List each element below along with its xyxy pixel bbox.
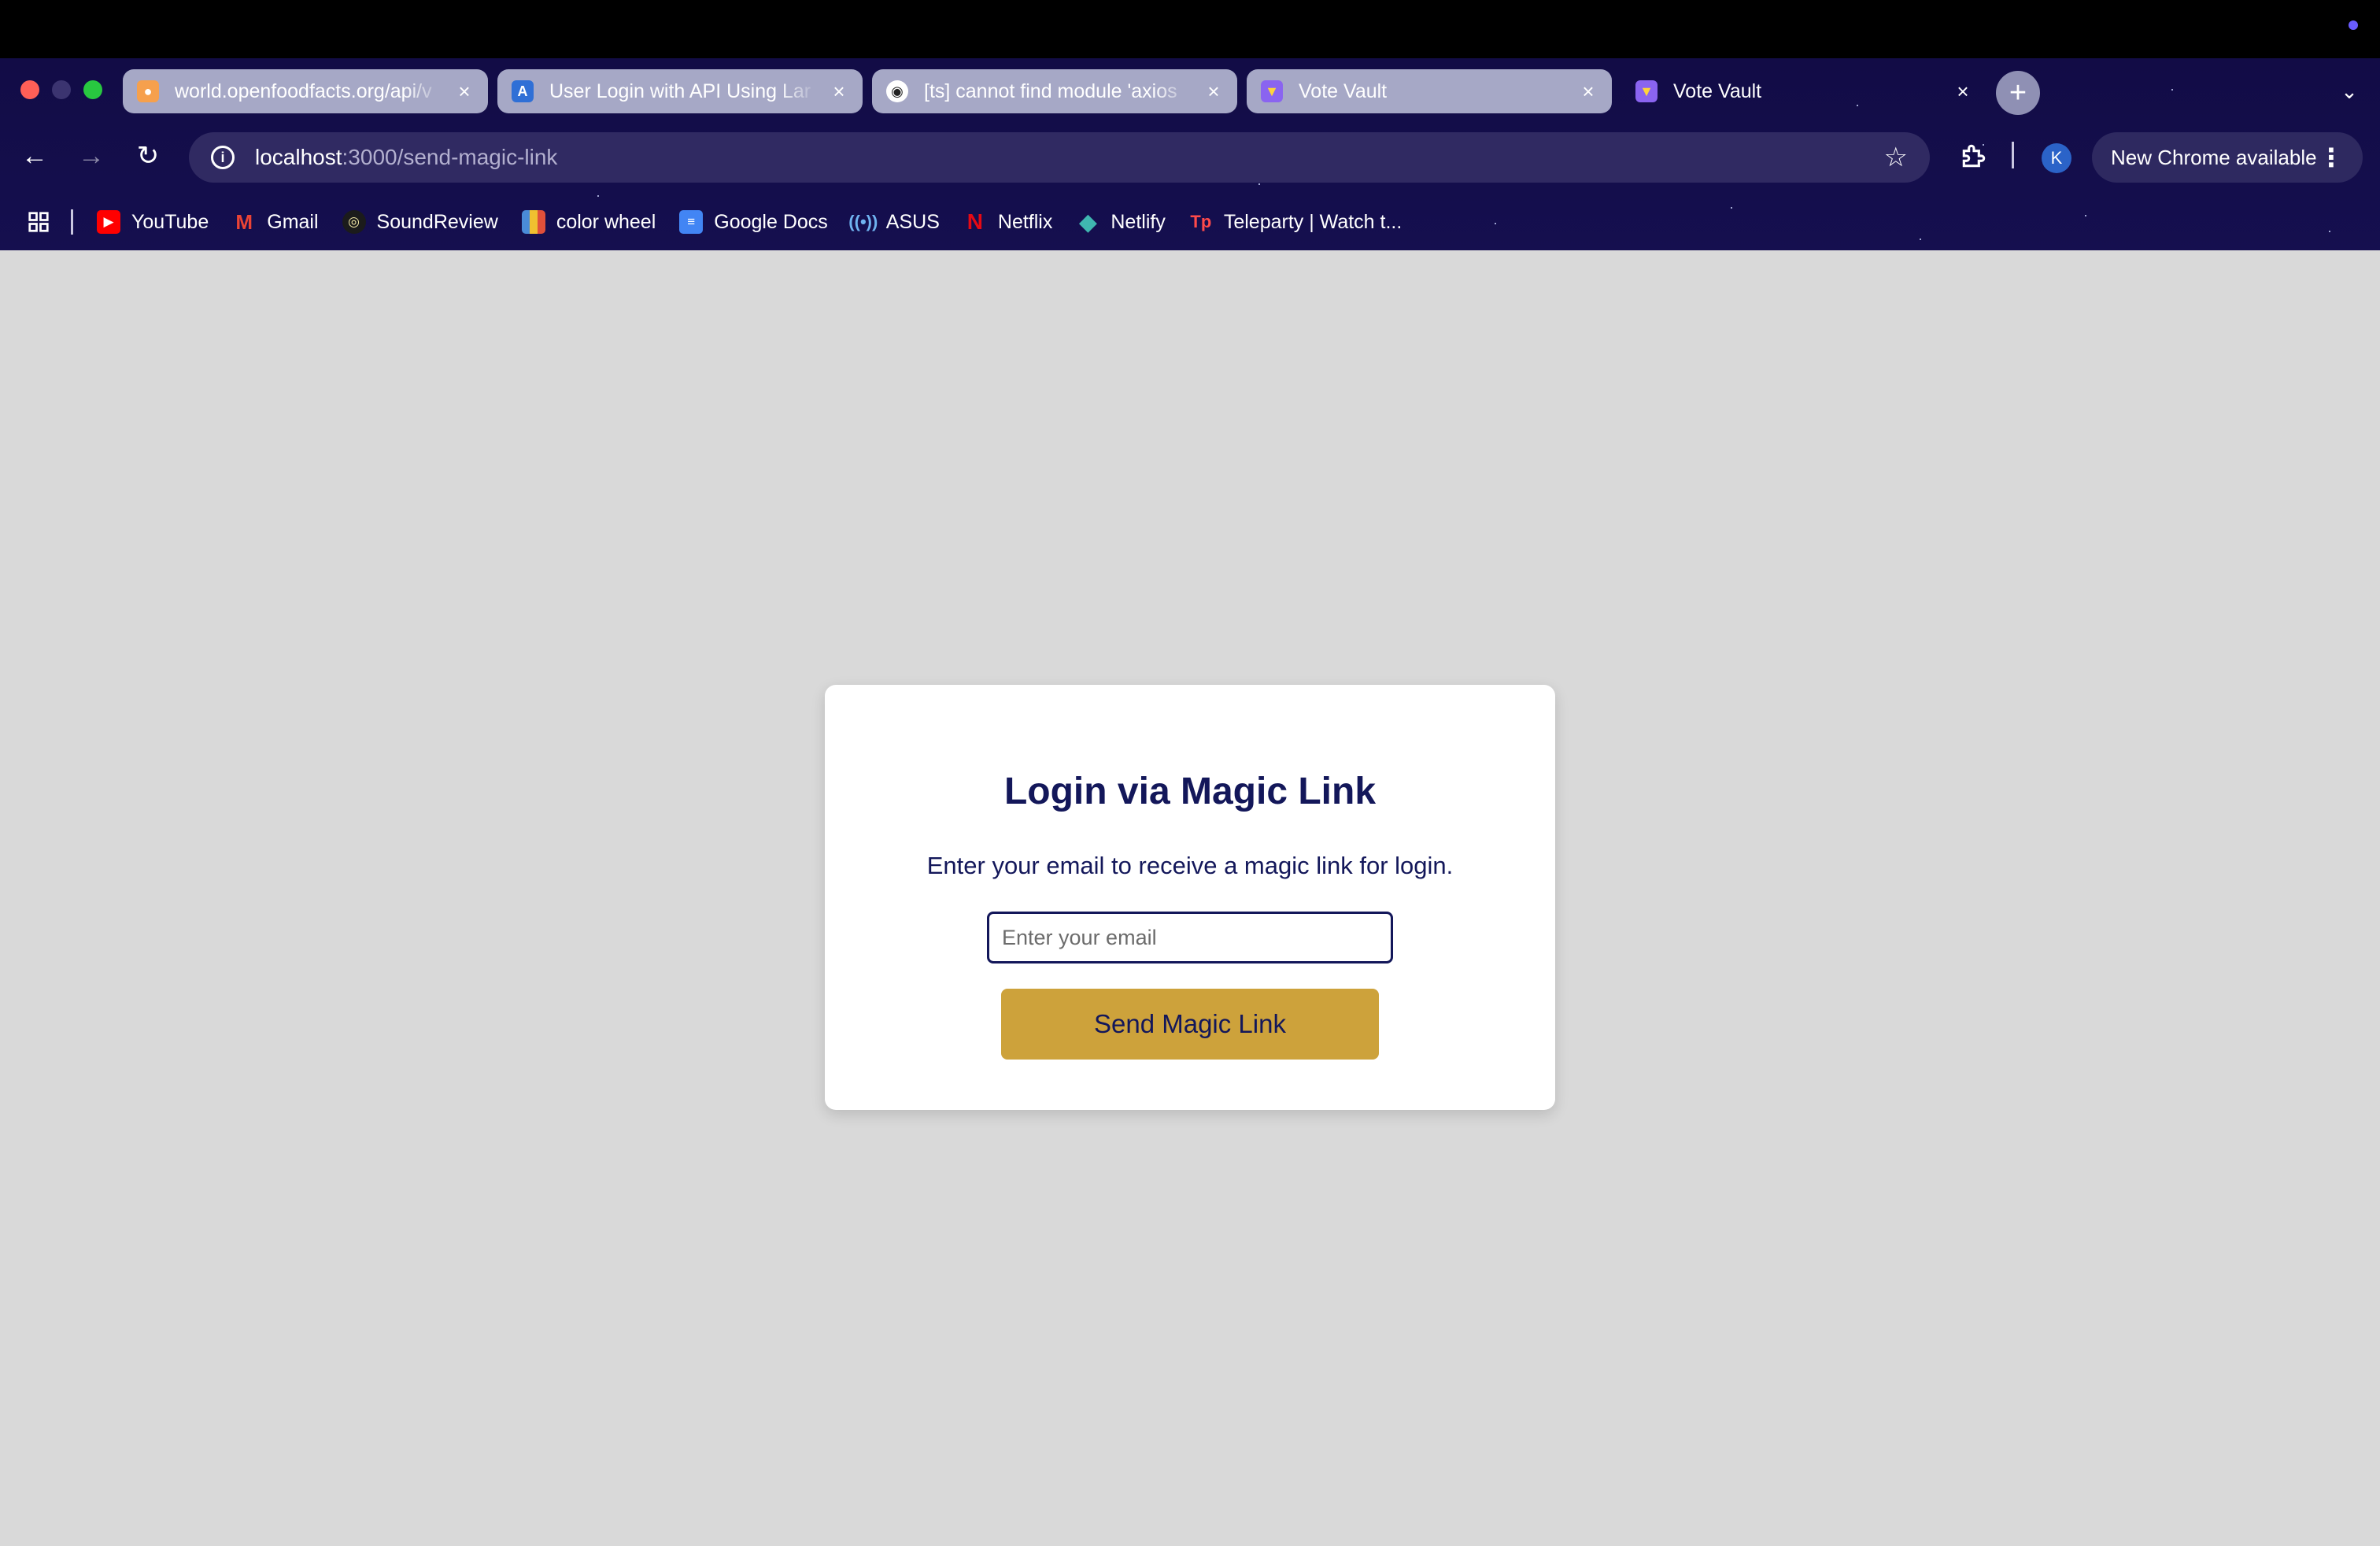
soundreview-icon: ◎ bbox=[342, 210, 366, 234]
tab-github-issue[interactable]: ◉ [ts] cannot find module 'axios × bbox=[872, 69, 1237, 113]
bookmark-google-docs[interactable]: ≡ Google Docs bbox=[679, 210, 828, 234]
tab-title: User Login with API Using Lar bbox=[549, 80, 811, 102]
bookmark-label: Gmail bbox=[267, 210, 319, 233]
browser-chrome: ● world.openfoodfacts.org/api/v × A User… bbox=[0, 58, 2380, 250]
new-tab-button[interactable]: + bbox=[1996, 71, 2040, 115]
bookmark-teleparty[interactable]: Tp Teleparty | Watch t... bbox=[1189, 210, 1402, 234]
bookmark-label: Google Docs bbox=[714, 210, 828, 233]
bookmark-star-icon[interactable]: ☆ bbox=[1884, 142, 1908, 173]
tab-title: Vote Vault bbox=[1673, 80, 1762, 102]
profile-avatar[interactable]: K bbox=[2042, 143, 2071, 173]
vite-icon: ▼ bbox=[1635, 80, 1658, 102]
close-icon[interactable]: × bbox=[830, 81, 848, 102]
bookmarks-bar: ▶ YouTube M Gmail ◎ SoundReview color wh… bbox=[0, 202, 2380, 242]
site-info-icon[interactable]: i bbox=[211, 146, 235, 169]
close-icon[interactable]: × bbox=[455, 81, 474, 102]
page-subtitle: Enter your email to receive a magic link… bbox=[926, 852, 1454, 879]
bookmark-label: Netflix bbox=[997, 210, 1053, 233]
address-bar[interactable]: i localhost :3000/send-magic-link ☆ bbox=[189, 132, 1930, 183]
tab-vote-vault[interactable]: ▼ Vote Vault × bbox=[1247, 69, 1612, 113]
login-card: Login via Magic Link Enter your email to… bbox=[825, 685, 1555, 1110]
forward-button[interactable]: → bbox=[72, 137, 110, 175]
send-magic-link-button[interactable]: Send Magic Link bbox=[1001, 989, 1379, 1060]
close-icon[interactable]: × bbox=[1204, 81, 1223, 102]
tab-openfoodfacts[interactable]: ● world.openfoodfacts.org/api/v × bbox=[123, 69, 488, 113]
gmail-icon: M bbox=[235, 209, 253, 234]
netflix-icon: N bbox=[966, 209, 983, 234]
apps-grid-icon[interactable] bbox=[27, 210, 50, 234]
bookmark-label: ASUS bbox=[885, 210, 940, 233]
bookmark-label: YouTube bbox=[131, 210, 209, 233]
more-menu-icon[interactable]: ⋮ bbox=[2319, 145, 2344, 170]
maximize-window-button[interactable] bbox=[83, 80, 102, 99]
bookmark-label: color wheel bbox=[556, 210, 656, 233]
netlify-icon: ◆ bbox=[1078, 209, 1097, 235]
bookmark-soundreview[interactable]: ◎ SoundReview bbox=[342, 210, 498, 234]
tab-title: world.openfoodfacts.org/api/v bbox=[175, 80, 432, 102]
tab-user-login[interactable]: A User Login with API Using Lar × bbox=[497, 69, 863, 113]
minimize-window-button[interactable] bbox=[52, 80, 71, 99]
tab-search-chevron-icon[interactable]: ⌄ bbox=[2338, 77, 2361, 105]
color-wheel-icon bbox=[521, 210, 545, 234]
openfoodfacts-icon: ● bbox=[137, 80, 159, 102]
youtube-icon: ▶ bbox=[97, 210, 120, 234]
tab-vote-vault-active[interactable]: ▼ Vote Vault × bbox=[1621, 69, 1986, 113]
back-button[interactable]: ← bbox=[16, 137, 54, 175]
status-dot-icon bbox=[2349, 20, 2358, 30]
update-label: New Chrome available bbox=[2111, 145, 2317, 169]
bookmark-label: Netlify bbox=[1111, 210, 1166, 233]
bookmark-asus[interactable]: ((•)) ASUS bbox=[848, 210, 940, 234]
toolbar-divider bbox=[2012, 142, 2014, 168]
close-icon[interactable]: × bbox=[1953, 81, 1972, 102]
bookmark-label: SoundReview bbox=[376, 210, 498, 233]
reload-button[interactable]: ↻ bbox=[129, 137, 167, 175]
bookmark-color-wheel[interactable]: color wheel bbox=[521, 210, 656, 234]
tab-title: [ts] cannot find module 'axios bbox=[924, 80, 1177, 102]
close-icon[interactable]: × bbox=[1579, 81, 1598, 102]
bookmark-netflix[interactable]: N Netflix bbox=[963, 209, 1053, 234]
page-title: Login via Magic Link bbox=[1003, 771, 1377, 812]
email-input[interactable] bbox=[987, 912, 1393, 963]
google-docs-icon: ≡ bbox=[679, 210, 704, 234]
tab-title: Vote Vault bbox=[1299, 80, 1388, 102]
github-icon: ◉ bbox=[886, 80, 908, 102]
teleparty-icon: Tp bbox=[1190, 212, 1212, 231]
extensions-puzzle-icon[interactable] bbox=[1955, 137, 1993, 175]
os-menu-bar bbox=[0, 0, 2380, 58]
url-host: localhost bbox=[255, 145, 342, 169]
bookmark-netlify[interactable]: ◆ Netlify bbox=[1076, 209, 1166, 235]
chrome-update-button[interactable]: New Chrome available ⋮ bbox=[2092, 132, 2363, 183]
vite-icon: ▼ bbox=[1261, 80, 1283, 102]
bookmark-youtube[interactable]: ▶ YouTube bbox=[97, 210, 209, 234]
bookmark-label: Teleparty | Watch t... bbox=[1223, 210, 1402, 233]
azure-icon: A bbox=[512, 80, 534, 102]
close-window-button[interactable] bbox=[20, 80, 39, 99]
asus-icon: ((•)) bbox=[848, 212, 878, 231]
bookmarks-divider bbox=[71, 209, 73, 235]
bookmark-gmail[interactable]: M Gmail bbox=[232, 210, 318, 234]
url-path: :3000/send-magic-link bbox=[342, 145, 558, 169]
